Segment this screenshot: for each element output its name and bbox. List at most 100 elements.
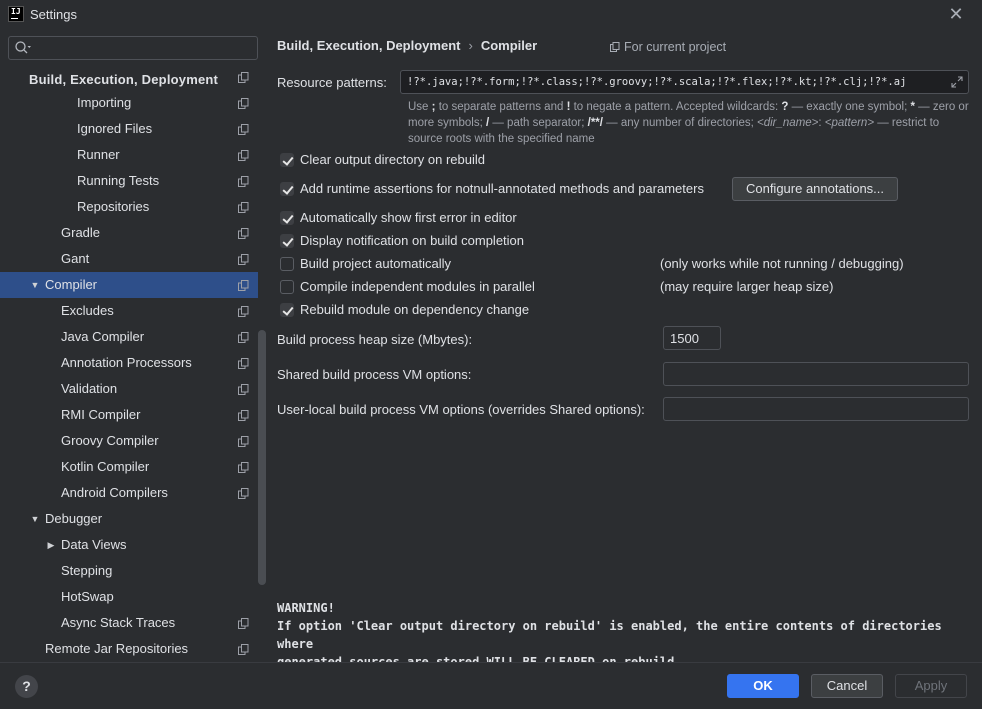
configure-annotations-button[interactable]: Configure annotations... [732, 177, 898, 201]
help-icon[interactable]: ? [15, 675, 38, 698]
sidebar-item-label: Data Views [61, 537, 127, 552]
apply-button[interactable]: Apply [895, 674, 967, 698]
sidebar-item-importing[interactable]: Importing [0, 90, 258, 116]
sidebar-item-runner[interactable]: Runner [0, 142, 258, 168]
sidebar-item-running-tests[interactable]: Running Tests [0, 168, 258, 194]
project-scope-icon [238, 202, 249, 213]
checkbox-checked[interactable] [280, 211, 294, 225]
breadcrumb: Build, Execution, Deployment › Compiler [277, 38, 537, 53]
sidebar-item-label: Ignored Files [77, 121, 153, 136]
ok-button[interactable]: OK [727, 674, 799, 698]
sidebar-item-label: Repositories [77, 199, 150, 214]
expand-icon[interactable] [951, 76, 963, 88]
checkbox-checked[interactable] [280, 182, 294, 196]
user-vm-options-label: User-local build process VM options (ove… [277, 402, 645, 417]
sidebar-item-remote-jar-repositories[interactable]: Remote Jar Repositories [0, 636, 258, 662]
sidebar-item-hotswap[interactable]: HotSwap [0, 584, 258, 610]
resource-patterns-field[interactable]: !?*.java;!?*.form;!?*.class;!?*.groovy;!… [400, 70, 969, 94]
project-scope-icon [238, 124, 249, 135]
sidebar-item-android-compilers[interactable]: Android Compilers [0, 480, 258, 506]
project-scope-icon [238, 254, 249, 265]
project-scope-icon [238, 176, 249, 187]
project-scope-icon [238, 384, 249, 395]
shared-vm-options-input[interactable] [663, 362, 969, 386]
sidebar-item-validation[interactable]: Validation [0, 376, 258, 402]
project-scope-icon [238, 280, 249, 291]
sidebar-item-annotation-processors[interactable]: Annotation Processors [0, 350, 258, 376]
sidebar-item-label: Importing [77, 95, 132, 110]
warning-line-1: If option 'Clear output directory on reb… [277, 619, 942, 651]
resource-patterns-label: Resource patterns: [277, 75, 387, 90]
checkbox-label[interactable]: Compile independent modules in parallel [300, 278, 535, 296]
project-scope-icon [610, 42, 620, 52]
shared-vm-options-label: Shared build process VM options: [277, 367, 472, 382]
cancel-button[interactable]: Cancel [811, 674, 883, 698]
sidebar-item-repositories[interactable]: Repositories [0, 194, 258, 220]
checkbox-note: (may require larger heap size) [660, 279, 834, 294]
resource-patterns-hint: Use ; to separate patterns and ! to nega… [408, 101, 969, 145]
resource-patterns-value: !?*.java;!?*.form;!?*.class;!?*.groovy;!… [407, 76, 907, 88]
breadcrumb-parent[interactable]: Build, Execution, Deployment [277, 38, 460, 53]
sidebar-item-async-stack-traces[interactable]: Async Stack Traces [0, 610, 258, 636]
dialog-footer: ? OK Cancel Apply [0, 662, 982, 709]
sidebar-item-label: Groovy Compiler [61, 433, 159, 448]
sidebar-item-rmi-compiler[interactable]: RMI Compiler [0, 402, 258, 428]
sidebar-item-excludes[interactable]: Excludes [0, 298, 258, 324]
project-scope-icon [238, 488, 249, 499]
project-scope-icon [238, 436, 249, 447]
settings-content: Build, Execution, Deployment › Compiler Fo… [266, 30, 982, 669]
sidebar-item-label: Kotlin Compiler [61, 459, 150, 474]
sidebar-item-groovy-compiler[interactable]: Groovy Compiler [0, 428, 258, 454]
project-scope-icon [238, 358, 249, 369]
project-scope-icon [238, 98, 249, 109]
user-vm-options-input[interactable] [663, 397, 969, 421]
sidebar-item-label: Stepping [61, 563, 113, 578]
project-scope-icon [238, 462, 249, 473]
checkbox-label[interactable]: Clear output directory on rebuild [300, 151, 485, 169]
close-icon[interactable]: ✕ [946, 4, 966, 24]
checkbox-label[interactable]: Automatically show first error in editor [300, 209, 517, 227]
checkbox-checked[interactable] [280, 153, 294, 167]
intellij-logo-icon: IJ [8, 6, 24, 22]
sidebar-item-compiler[interactable]: ▼ Compiler [0, 272, 258, 298]
checkbox-checked[interactable] [280, 303, 294, 317]
checkbox-label[interactable]: Build project automatically [300, 255, 451, 273]
project-scope-icon [238, 644, 249, 655]
chevron-right-icon[interactable]: ▶ [45, 532, 57, 558]
checkbox-checked[interactable] [280, 234, 294, 248]
sidebar-item-java-compiler[interactable]: Java Compiler [0, 324, 258, 350]
sidebar-item-data-views[interactable]: ▶ Data Views [0, 532, 258, 558]
project-scope-icon [238, 306, 249, 317]
checkbox-label[interactable]: Add runtime assertions for notnull-annot… [300, 180, 704, 198]
checkbox-note: (only works while not running / debuggin… [660, 256, 904, 271]
sidebar-item-kotlin-compiler[interactable]: Kotlin Compiler [0, 454, 258, 480]
checkbox-unchecked[interactable] [280, 257, 294, 271]
search-icon [15, 41, 31, 54]
sidebar-item-label: Async Stack Traces [61, 615, 176, 630]
sidebar-item-label: Compiler [45, 277, 98, 292]
chevron-down-icon[interactable]: ▼ [29, 506, 41, 532]
heap-size-input[interactable]: 1500 [663, 326, 721, 350]
sidebar-item-label: Java Compiler [61, 329, 145, 344]
clear-output-warning: WARNING! If option 'Clear output directo… [277, 599, 967, 671]
checkbox-unchecked[interactable] [280, 280, 294, 294]
settings-search[interactable] [8, 36, 258, 60]
sidebar-scrollbar[interactable] [258, 330, 266, 585]
sidebar-item-stepping[interactable]: Stepping [0, 558, 258, 584]
sidebar-item-label: Running Tests [77, 173, 160, 188]
sidebar-item-debugger[interactable]: ▼ Debugger [0, 506, 258, 532]
project-scope-icon [238, 72, 249, 83]
sidebar-item-ignored-files[interactable]: Ignored Files [0, 116, 258, 142]
chevron-down-icon[interactable]: ▼ [29, 272, 41, 298]
sidebar-item-label: RMI Compiler [61, 407, 141, 422]
sidebar-item-label: Excludes [61, 303, 114, 318]
tree-sticky-header: Build, Execution, Deployment [29, 72, 225, 87]
sidebar-item-label: Remote Jar Repositories [45, 641, 189, 656]
settings-tree: Build, Execution, Deployment ▼MavenImpor… [0, 68, 258, 662]
checkbox-label[interactable]: Display notification on build completion [300, 232, 524, 250]
scope-indicator: For current project [610, 40, 726, 54]
sidebar-item-gant[interactable]: Gant [0, 246, 258, 272]
search-input[interactable] [35, 39, 253, 57]
checkbox-label[interactable]: Rebuild module on dependency change [300, 301, 529, 319]
sidebar-item-gradle[interactable]: Gradle [0, 220, 258, 246]
